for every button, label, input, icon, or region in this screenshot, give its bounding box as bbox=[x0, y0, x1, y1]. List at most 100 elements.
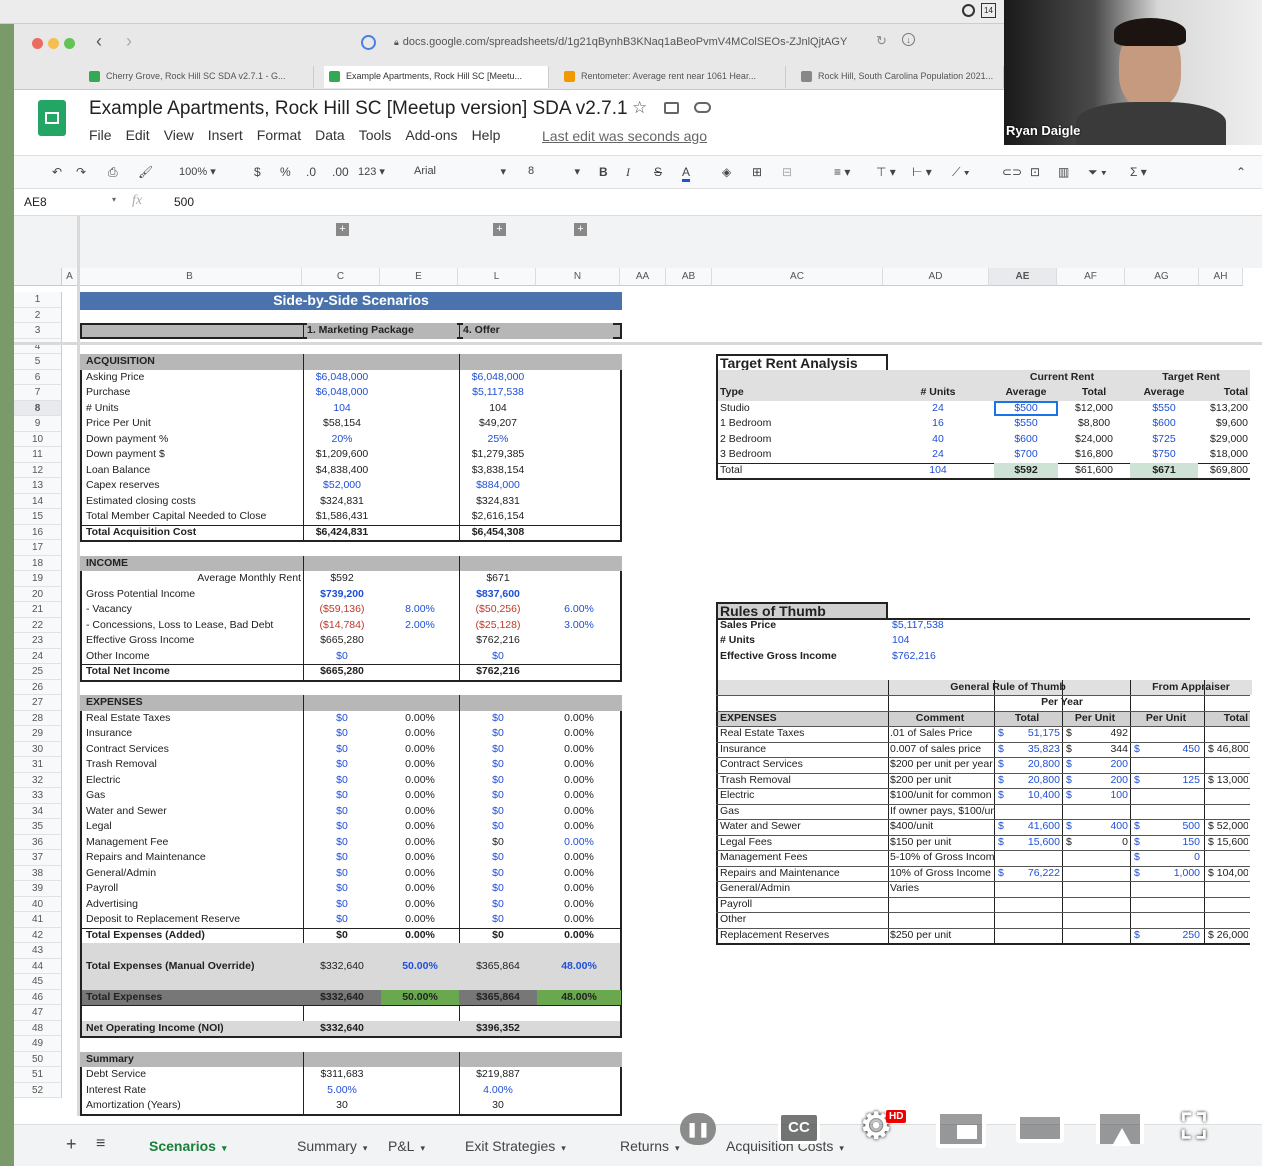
cell[interactable]: $0 bbox=[303, 928, 381, 944]
cell[interactable] bbox=[1208, 850, 1248, 866]
cell[interactable]: $700 bbox=[994, 447, 1058, 463]
cell[interactable] bbox=[1008, 912, 1060, 928]
cell[interactable]: Legal Fees bbox=[720, 835, 886, 851]
cell[interactable]: 15,600 bbox=[1008, 835, 1060, 851]
cell[interactable]: 0.00% bbox=[381, 804, 459, 820]
cell[interactable]: $396,352 bbox=[459, 1021, 537, 1037]
cell[interactable]: $6,048,000 bbox=[303, 385, 381, 401]
cell[interactable]: $762,216 bbox=[459, 664, 537, 680]
cell[interactable]: 0.00% bbox=[381, 819, 459, 835]
cell[interactable]: 0.00% bbox=[381, 742, 459, 758]
row-header[interactable]: 13 bbox=[14, 478, 62, 494]
column-header-aa[interactable]: AA bbox=[620, 268, 666, 286]
cell[interactable]: 50.00% bbox=[381, 990, 459, 1006]
cell[interactable] bbox=[381, 571, 459, 587]
cell[interactable]: 25% bbox=[459, 432, 537, 448]
cell[interactable] bbox=[1008, 804, 1060, 820]
row-header[interactable]: 42 bbox=[14, 927, 62, 943]
cell[interactable]: 0.00% bbox=[537, 726, 621, 742]
cell[interactable]: Loan Balance bbox=[86, 463, 301, 479]
cell[interactable]: $ 26,000 bbox=[1208, 928, 1248, 944]
cell[interactable]: $365,864 bbox=[459, 990, 537, 1006]
row-header[interactable]: 33 bbox=[14, 788, 62, 804]
cell[interactable]: Average Monthly Rent bbox=[86, 571, 301, 587]
cell[interactable]: $0 bbox=[303, 881, 381, 897]
cell[interactable] bbox=[1076, 804, 1128, 820]
cell[interactable]: 0 bbox=[1076, 835, 1128, 851]
formula-input[interactable]: 500 bbox=[174, 195, 194, 209]
cell[interactable]: $0 bbox=[459, 928, 537, 944]
browser-tab[interactable]: Example Apartments, Rock Hill SC [Meetu.… bbox=[324, 66, 549, 88]
cell[interactable]: $332,640 bbox=[303, 990, 381, 1006]
cell[interactable]: Replacement Reserves bbox=[720, 928, 886, 944]
cell[interactable]: 125 bbox=[1144, 773, 1200, 789]
row-header[interactable]: 32 bbox=[14, 772, 62, 788]
expand-group-icon[interactable]: + bbox=[574, 223, 587, 236]
cell[interactable]: $0 bbox=[303, 757, 381, 773]
cell[interactable]: 0.00% bbox=[381, 835, 459, 851]
sheets-logo-icon[interactable] bbox=[38, 100, 66, 136]
cell[interactable]: .01 of Sales Price bbox=[890, 726, 994, 742]
cell[interactable]: $1,586,431 bbox=[303, 509, 381, 525]
cell[interactable] bbox=[1208, 726, 1248, 742]
cell[interactable] bbox=[381, 633, 459, 649]
row-header[interactable]: 5 bbox=[14, 354, 62, 370]
cell[interactable]: $200 per unit bbox=[890, 773, 994, 789]
cell[interactable] bbox=[890, 912, 994, 928]
cell[interactable]: 30 bbox=[459, 1098, 537, 1114]
section-header[interactable]: ACQUISITION bbox=[80, 354, 622, 370]
cell[interactable]: $0 bbox=[459, 804, 537, 820]
cell[interactable]: ($59,136) bbox=[303, 602, 381, 618]
cell[interactable]: 0.00% bbox=[537, 757, 621, 773]
cell[interactable]: $0 bbox=[303, 866, 381, 882]
cell[interactable]: ($50,256) bbox=[459, 602, 537, 618]
cell[interactable]: 0.00% bbox=[537, 711, 621, 727]
cell[interactable]: Type bbox=[720, 385, 880, 401]
cell[interactable]: $0 bbox=[303, 897, 381, 913]
cell[interactable]: 30 bbox=[303, 1098, 381, 1114]
row-header[interactable]: 19 bbox=[14, 571, 62, 587]
cell[interactable]: Real Estate Taxes bbox=[720, 726, 886, 742]
cell[interactable] bbox=[1008, 850, 1060, 866]
cell[interactable]: $0 bbox=[459, 726, 537, 742]
cell[interactable]: $58,154 bbox=[303, 416, 381, 432]
row-header[interactable]: 22 bbox=[14, 617, 62, 633]
cell[interactable] bbox=[1208, 788, 1248, 804]
cell[interactable]: Insurance bbox=[720, 742, 886, 758]
cell[interactable]: 3 Bedroom bbox=[720, 447, 880, 463]
cell[interactable]: 20,800 bbox=[1008, 773, 1060, 789]
cell[interactable]: 0.00% bbox=[537, 804, 621, 820]
row-header[interactable]: 50 bbox=[14, 1051, 62, 1067]
cell[interactable]: 1. Marketing Package bbox=[307, 323, 457, 339]
select-all-corner[interactable] bbox=[14, 268, 62, 286]
cell[interactable]: Legal bbox=[86, 819, 301, 835]
cell[interactable]: Deposit to Replacement Reserve bbox=[86, 912, 301, 928]
cell[interactable]: $0 bbox=[459, 773, 537, 789]
sheet-tab-exitstrategies[interactable]: Exit Strategies ▾ bbox=[465, 1138, 566, 1154]
cell[interactable]: Capex reserves bbox=[86, 478, 301, 494]
cell[interactable]: Gross Potential Income bbox=[86, 587, 301, 603]
cell[interactable]: $0 bbox=[459, 912, 537, 928]
cell[interactable]: Payroll bbox=[720, 897, 886, 913]
merge-cells-icon[interactable]: ⊟ bbox=[782, 165, 792, 179]
cell[interactable]: 5.00% bbox=[303, 1083, 381, 1099]
cell[interactable]: 6.00% bbox=[537, 602, 621, 618]
row-header[interactable]: 41 bbox=[14, 912, 62, 928]
cell[interactable]: $9,600 bbox=[1204, 416, 1248, 432]
menu-format[interactable]: Format bbox=[257, 127, 301, 143]
cell[interactable]: $0 bbox=[303, 804, 381, 820]
row-header[interactable]: 38 bbox=[14, 865, 62, 881]
pause-button[interactable]: ❚❚ bbox=[680, 1113, 716, 1145]
cell[interactable]: Net Operating Income (NOI) bbox=[86, 1021, 301, 1037]
row-header[interactable]: 30 bbox=[14, 741, 62, 757]
cell[interactable]: Debt Service bbox=[86, 1067, 301, 1083]
cell[interactable]: EXPENSES bbox=[720, 711, 886, 727]
move-folder-icon[interactable] bbox=[664, 102, 679, 114]
align-horizontal-icon[interactable]: ≡ ▾ bbox=[834, 165, 850, 179]
italic-button[interactable]: I bbox=[626, 165, 630, 180]
cell[interactable]: Trash Removal bbox=[86, 757, 301, 773]
column-header-ag[interactable]: AG bbox=[1125, 268, 1199, 286]
cell[interactable]: $49,207 bbox=[459, 416, 537, 432]
cell[interactable]: Gas bbox=[86, 788, 301, 804]
cell[interactable]: 1 Bedroom bbox=[720, 416, 880, 432]
